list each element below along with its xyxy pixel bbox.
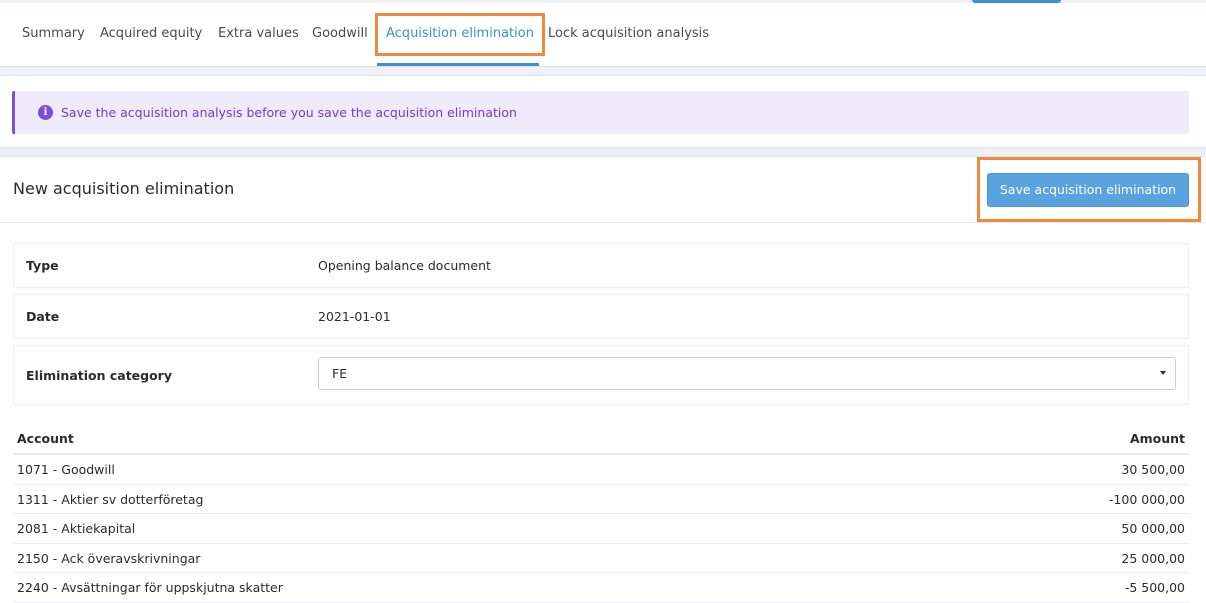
type-row: Type Opening balance document (13, 243, 1189, 288)
date-label: Date (26, 309, 60, 324)
type-label: Type (26, 258, 59, 273)
active-tab-indicator (377, 63, 539, 66)
page: Summary Acquired equity Extra values Goo… (0, 0, 1206, 603)
info-icon: i (38, 105, 53, 120)
table-row: 1311 - Aktier sv dotterföretag -100 000,… (13, 485, 1189, 515)
amount-cell: 50 000,00 (1121, 521, 1185, 537)
elimination-card: New acquisition elimination Save acquisi… (0, 156, 1206, 603)
table-row: 2150 - Ack överavskrivningar 25 000,00 (13, 544, 1189, 574)
tab-acquired-equity[interactable]: Acquired equity (100, 3, 202, 66)
column-header-amount[interactable]: Amount (1130, 425, 1185, 453)
table-row: 2240 - Avsättningar för uppskjutna skatt… (13, 573, 1189, 603)
account-cell: 2240 - Avsättningar för uppskjutna skatt… (17, 580, 283, 596)
alert-message: Save the acquisition analysis before you… (61, 105, 517, 120)
amount-cell: 25 000,00 (1121, 550, 1185, 566)
elimination-category-row: Elimination category FE (13, 345, 1189, 405)
elimination-category-select[interactable]: FE (318, 357, 1176, 390)
page-title: New acquisition elimination (13, 179, 235, 198)
caret-down-icon (1160, 371, 1166, 375)
account-cell: 1071 - Goodwill (17, 462, 115, 477)
elimination-category-value: FE (332, 366, 348, 381)
date-row: Date 2021-01-01 (13, 294, 1189, 339)
tab-extra-values[interactable]: Extra values (218, 3, 299, 66)
tab-acquisition-elimination[interactable]: Acquisition elimination (386, 3, 534, 66)
tab-summary[interactable]: Summary (22, 3, 85, 66)
card-header: New acquisition elimination Save acquisi… (0, 157, 1206, 223)
account-cell: 1311 - Aktier sv dotterföretag (17, 491, 204, 507)
alert-panel: i Save the acquisition analysis before y… (0, 75, 1206, 148)
tab-goodwill[interactable]: Goodwill (312, 3, 368, 66)
table-header: Account Amount (13, 425, 1189, 455)
tab-lock-acquisition-analysis[interactable]: Lock acquisition analysis (548, 3, 709, 66)
elimination-category-label: Elimination category (26, 367, 172, 383)
table-row: 2081 - Aktiekapital 50 000,00 (13, 514, 1189, 544)
column-header-account[interactable]: Account (17, 425, 74, 453)
account-cell: 2081 - Aktiekapital (17, 521, 136, 537)
table-row: 1071 - Goodwill 30 500,00 (13, 455, 1189, 485)
amount-cell: -5 500,00 (1124, 580, 1185, 596)
amount-cell: -100 000,00 (1108, 491, 1185, 507)
amount-cell: 30 500,00 (1121, 462, 1185, 477)
date-value: 2021-01-01 (318, 309, 391, 324)
info-alert: i Save the acquisition analysis before y… (12, 91, 1189, 134)
elimination-table: Account Amount 1071 - Goodwill 30 500,00… (13, 425, 1189, 603)
account-cell: 2150 - Ack överavskrivningar (17, 550, 201, 566)
save-acquisition-elimination-button[interactable]: Save acquisition elimination (987, 173, 1189, 207)
tab-bar: Summary Acquired equity Extra values Goo… (0, 3, 1206, 67)
type-value: Opening balance document (318, 258, 491, 273)
